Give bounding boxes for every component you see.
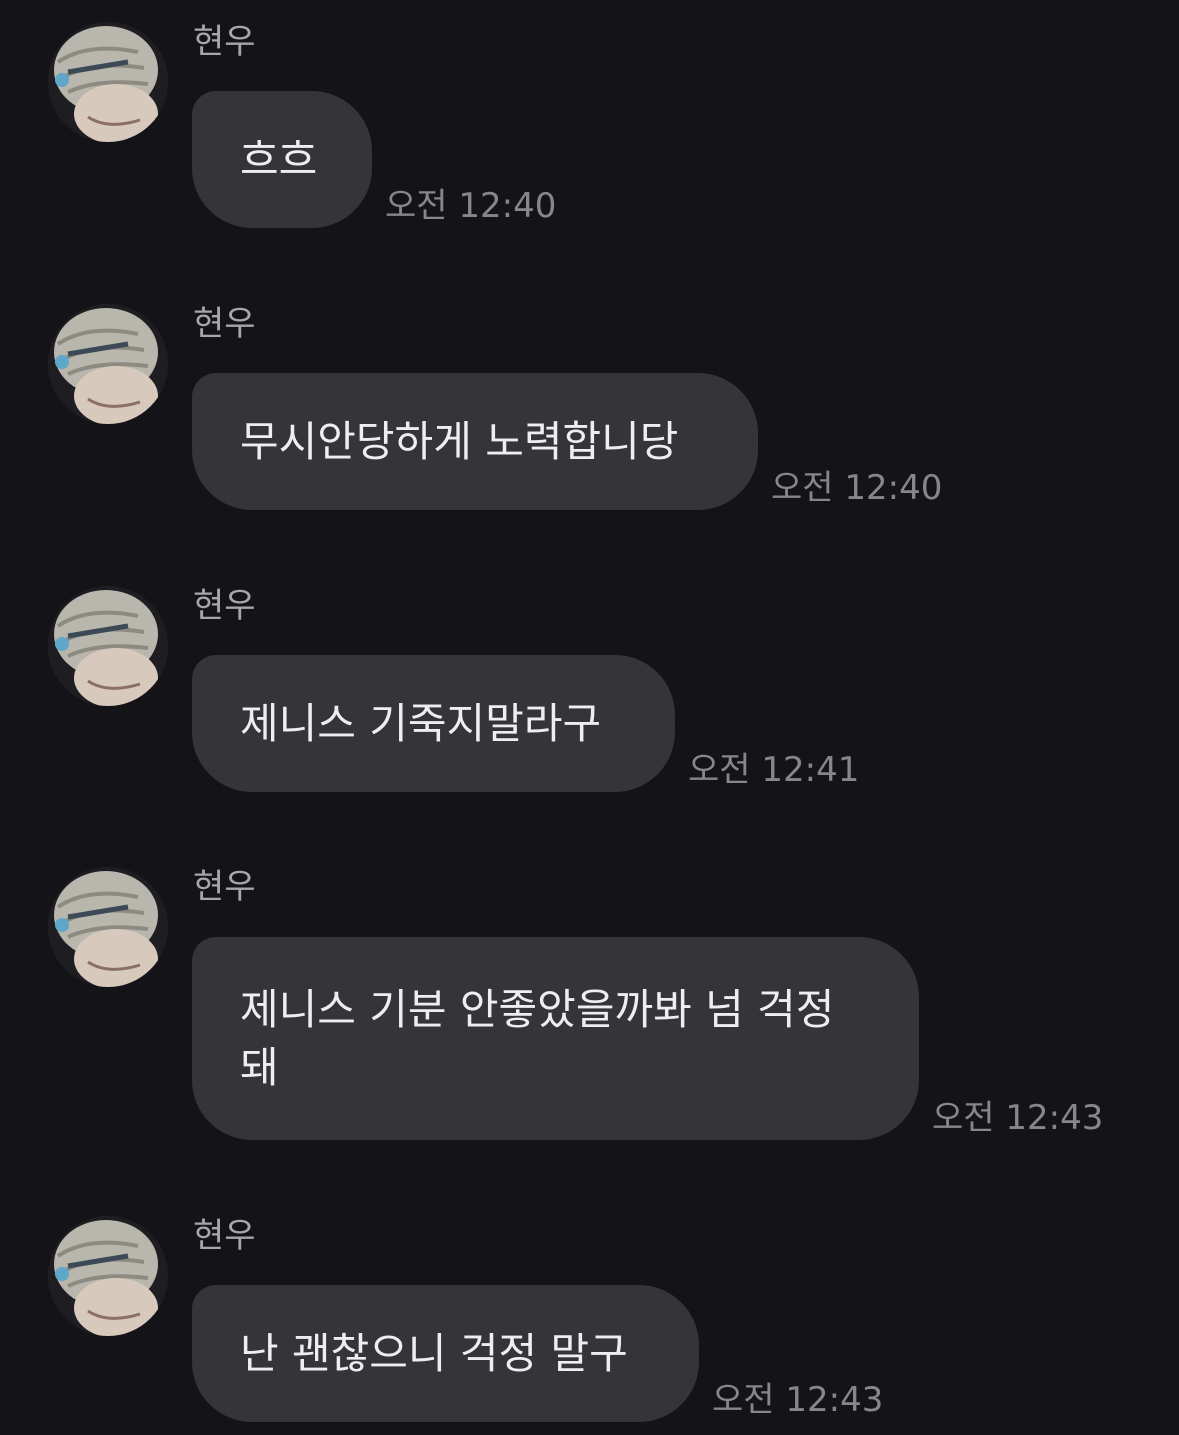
profile-photo-icon	[48, 586, 168, 706]
profile-photo-icon	[48, 867, 168, 987]
message-time: 오전 12:40	[385, 186, 557, 226]
message-bubble[interactable]: 흐흐	[192, 91, 372, 228]
avatar[interactable]	[48, 867, 168, 987]
avatar[interactable]	[48, 586, 168, 706]
message-bubble[interactable]: 무시안당하게 노력합니당	[192, 373, 758, 510]
message-bubble[interactable]: 제니스 기분 안좋았을까봐 넘 걱정 돼	[192, 937, 919, 1140]
sender-name: 현우	[193, 304, 256, 344]
message-time: 오전 12:43	[932, 1098, 1104, 1138]
profile-photo-icon	[48, 1216, 168, 1336]
sender-name: 현우	[193, 22, 256, 62]
sender-name: 현우	[193, 586, 256, 626]
message-time: 오전 12:41	[688, 750, 860, 790]
sender-name: 현우	[193, 867, 256, 907]
message-bubble[interactable]: 난 괜찮으니 걱정 말구	[192, 1285, 699, 1422]
message-time: 오전 12:43	[712, 1380, 884, 1420]
avatar[interactable]	[48, 304, 168, 424]
message-time: 오전 12:40	[771, 468, 943, 508]
chat-message-list: 현우 흐흐 오전 12:40 현우 무시안당하게 노력합니당 오전 12:40	[0, 0, 1179, 1435]
message-bubble[interactable]: 제니스 기죽지말라구	[192, 655, 675, 792]
avatar[interactable]	[48, 1216, 168, 1336]
profile-photo-icon	[48, 22, 168, 142]
avatar[interactable]	[48, 22, 168, 142]
sender-name: 현우	[193, 1216, 256, 1256]
profile-photo-icon	[48, 304, 168, 424]
